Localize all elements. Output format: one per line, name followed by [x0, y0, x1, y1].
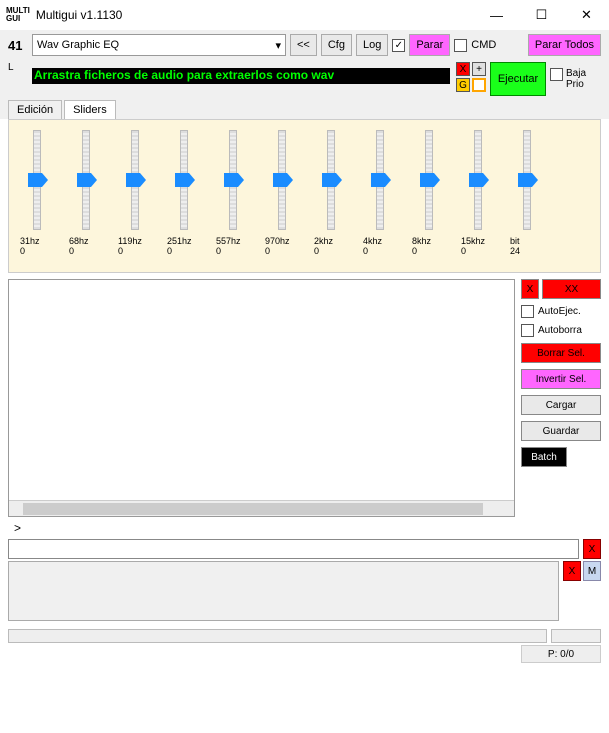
chevron-down-icon: ▾ — [275, 39, 281, 52]
app-logo: MULTIGUI — [6, 7, 30, 23]
slider-label: 15khz0 — [461, 236, 495, 256]
list-scrollbar[interactable] — [9, 500, 514, 516]
banner-row: L Arrastra ficheros de audio para extrae… — [0, 60, 609, 100]
slider-label: 4khz0 — [363, 236, 397, 256]
slider-thumb-icon[interactable] — [518, 173, 538, 187]
progress-bar-1 — [8, 629, 547, 643]
slider-thumb-icon[interactable] — [469, 173, 489, 187]
clear-input-1[interactable]: X — [583, 539, 601, 559]
slider-thumb-icon[interactable] — [28, 173, 48, 187]
slider-thumb-icon[interactable] — [420, 173, 440, 187]
baja-prio-checkbox[interactable] — [550, 68, 563, 81]
cmd-label: CMD — [471, 39, 496, 51]
plus-button[interactable]: + — [472, 62, 486, 76]
parar-todos-button[interactable]: Parar Todos — [528, 34, 601, 56]
toolbar: 41 Wav Graphic EQ ▾ << Cfg Log ✓ Parar C… — [0, 30, 609, 60]
minimize-button[interactable]: — — [474, 0, 519, 30]
tabs: Edición Sliders — [0, 100, 609, 119]
back-button[interactable]: << — [290, 34, 317, 56]
slider-thumb-icon[interactable] — [77, 173, 97, 187]
progress-bar-2 — [551, 629, 601, 643]
autoborra-checkbox[interactable] — [521, 324, 534, 337]
slider-thumb-icon[interactable] — [175, 173, 195, 187]
eq-slider-8[interactable]: 8khz0 — [417, 130, 441, 266]
maximize-button[interactable]: ☐ — [519, 0, 564, 30]
output-area[interactable] — [8, 561, 559, 621]
log-checkbox[interactable]: ✓ — [392, 39, 405, 52]
g-button[interactable]: G — [456, 78, 470, 92]
preset-dropdown[interactable]: Wav Graphic EQ ▾ — [32, 34, 286, 56]
status-count: P: 0/0 — [521, 645, 601, 663]
autoejec-label: AutoEjec. — [538, 306, 581, 317]
parar-button[interactable]: Parar — [409, 34, 450, 56]
clear-output[interactable]: X — [563, 561, 581, 581]
close-button[interactable]: ✕ — [564, 0, 609, 30]
autoejec-checkbox[interactable] — [521, 305, 534, 318]
slider-thumb-icon[interactable] — [224, 173, 244, 187]
autoborra-label: Autoborra — [538, 325, 582, 336]
eq-slider-2[interactable]: 119hz0 — [123, 130, 147, 266]
slider-label: 68hz0 — [69, 236, 103, 256]
eq-slider-0[interactable]: 31hz0 — [25, 130, 49, 266]
xx-row-button[interactable]: XX — [542, 279, 601, 299]
slider-thumb-icon[interactable] — [322, 173, 342, 187]
slider-label: 2khz0 — [314, 236, 348, 256]
slider-label: 557hz0 — [216, 236, 250, 256]
app-window: MULTIGUI Multigui v1.1130 — ☐ ✕ 41 Wav G… — [0, 0, 609, 733]
cmd-checkbox[interactable] — [454, 39, 467, 52]
batch-button[interactable]: Batch — [521, 447, 567, 467]
slider-label: 251hz0 — [167, 236, 201, 256]
preset-number: 41 — [8, 38, 28, 53]
eq-slider-7[interactable]: 4khz0 — [368, 130, 392, 266]
eq-slider-9[interactable]: 15khz0 — [466, 130, 490, 266]
eq-slider-4[interactable]: 557hz0 — [221, 130, 245, 266]
cfg-button[interactable]: Cfg — [321, 34, 352, 56]
slider-label: 31hz0 — [20, 236, 54, 256]
slider-label: 8khz0 — [412, 236, 446, 256]
slider-thumb-icon[interactable] — [126, 173, 146, 187]
tab-edicion[interactable]: Edición — [8, 100, 62, 119]
preset-label: Wav Graphic EQ — [37, 39, 119, 51]
color-box[interactable] — [472, 78, 486, 92]
ejecutar-button[interactable]: Ejecutar — [490, 62, 546, 96]
drop-banner[interactable]: Arrastra ficheros de audio para extraerl… — [32, 68, 450, 84]
list-area: X XX AutoEjec. Autoborra Borrar Sel. Inv… — [8, 279, 601, 517]
titlebar: MULTIGUI Multigui v1.1130 — ☐ ✕ — [0, 0, 609, 30]
slider-thumb-icon[interactable] — [273, 173, 293, 187]
x-button[interactable]: X — [456, 62, 470, 76]
file-list[interactable] — [8, 279, 515, 517]
expand-toggle[interactable]: > — [14, 521, 601, 535]
slider-label: 970hz0 — [265, 236, 299, 256]
log-button[interactable]: Log — [356, 34, 388, 56]
tab-sliders[interactable]: Sliders — [64, 100, 116, 119]
side-panel: X XX AutoEjec. Autoborra Borrar Sel. Inv… — [521, 279, 601, 517]
command-input-1[interactable] — [8, 539, 579, 559]
channel-label: L — [8, 62, 28, 73]
slider-label: bit24 — [510, 236, 544, 256]
borrar-sel-button[interactable]: Borrar Sel. — [521, 343, 601, 363]
eq-slider-10[interactable]: bit24 — [515, 130, 539, 266]
baja-prio-label: BajaPrio — [566, 68, 586, 90]
cargar-button[interactable]: Cargar — [521, 395, 601, 415]
eq-slider-5[interactable]: 970hz0 — [270, 130, 294, 266]
invertir-sel-button[interactable]: Invertir Sel. — [521, 369, 601, 389]
guardar-button[interactable]: Guardar — [521, 421, 601, 441]
slider-label: 119hz0 — [118, 236, 152, 256]
window-title: Multigui v1.1130 — [36, 8, 474, 22]
eq-slider-6[interactable]: 2khz0 — [319, 130, 343, 266]
m-button[interactable]: M — [583, 561, 601, 581]
sliders-panel: 31hz0 68hz0 119hz0 251hz0 557hz0 970hz0 2khz0 4… — [8, 119, 601, 273]
slider-thumb-icon[interactable] — [371, 173, 391, 187]
eq-slider-3[interactable]: 251hz0 — [172, 130, 196, 266]
eq-slider-1[interactable]: 68hz0 — [74, 130, 98, 266]
x-row-button[interactable]: X — [521, 279, 539, 299]
